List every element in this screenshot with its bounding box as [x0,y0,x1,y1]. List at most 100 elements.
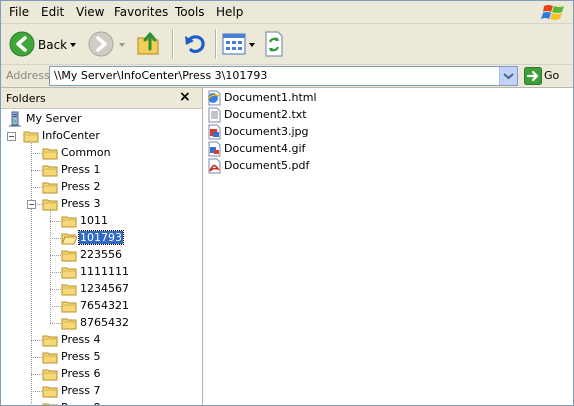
tree-item[interactable]: Press 7 [1,383,201,399]
address-value[interactable]: \\My Server\InfoCenter\Press 3\101793 [54,69,267,82]
tree-item[interactable]: 1011 [1,213,201,229]
tree-item-label[interactable]: Press 5 [60,350,101,363]
file-item[interactable]: Document3.jpg [206,124,406,140]
tree-item-label[interactable]: Press 1 [60,163,101,176]
forward-dropdown-icon [119,43,125,47]
folder-icon [42,386,58,398]
menu-view[interactable]: View [76,5,104,19]
folders-header: Folders × [1,88,202,109]
menu-file[interactable]: File [9,5,29,19]
address-label: Address [6,69,50,82]
tree-connector-line [31,153,42,154]
tree-item[interactable]: Press 4 [1,332,201,348]
file-item[interactable]: Document5.pdf [206,158,406,174]
tree-item-label[interactable]: Press 6 [60,367,101,380]
tree-connector-line [50,306,61,307]
windows-logo-icon [541,5,564,20]
tree-item[interactable]: 101793 [1,230,201,246]
tree-item-label[interactable]: Press 3 [60,197,101,210]
file-item[interactable]: Document2.txt [206,107,406,123]
tree-item[interactable]: Press 8 [1,400,201,405]
close-icon[interactable]: × [179,89,191,105]
text-file-icon [208,107,221,123]
tree-item-label[interactable]: Press 7 [60,384,101,397]
tree-connector-line [31,357,42,358]
folder-icon [42,199,58,211]
back-dropdown-icon[interactable] [70,43,76,47]
tree-connector-line [31,340,42,341]
sync-icon[interactable] [263,30,285,58]
html-file-icon [207,90,221,106]
views-dropdown-icon[interactable] [249,43,255,47]
tree-connector-line [31,374,42,375]
explorer-window: File Edit View Favorites Tools Help Back [0,0,574,406]
forward-arrow-icon[interactable] [88,31,114,57]
tree-item[interactable]: − InfoCenter [1,128,201,144]
tree-item-label[interactable]: Press 4 [60,333,101,346]
file-item[interactable]: Document1.html [206,90,406,106]
tree-item[interactable]: 8765432 [1,315,201,331]
tree-item[interactable]: − Press 3 [1,196,201,212]
back-button[interactable]: Back [5,26,83,62]
file-name[interactable]: Document2.txt [224,108,307,121]
collapse-toggle-icon[interactable]: − [27,200,36,209]
go-label: Go [544,69,560,82]
address-bar: Address \\My Server\InfoCenter\Press 3\1… [1,65,573,88]
menu-help[interactable]: Help [216,5,243,19]
tree-connector-line [50,272,61,273]
tree-item-label[interactable]: 1234567 [79,282,130,295]
toolbar: Back [1,24,573,65]
tree-connector-line [50,238,61,239]
tree-item[interactable]: Press 5 [1,349,201,365]
file-name[interactable]: Document3.jpg [224,125,309,138]
folder-open-icon [61,233,77,245]
pdf-file-icon [208,158,221,174]
file-item[interactable]: Document4.gif [206,141,406,157]
menu-edit[interactable]: Edit [41,5,64,19]
up-folder-icon[interactable] [136,29,162,57]
tree-item-label[interactable]: Press 2 [60,180,101,193]
tree-item-label[interactable]: 1011 [79,214,109,227]
folder-icon [61,250,77,262]
folder-icon [61,318,77,330]
tree-connector-line [50,255,61,256]
tree-connector-line [50,221,61,222]
tree-item[interactable]: Common [1,145,201,161]
tree-item[interactable]: Press 6 [1,366,201,382]
tree-item-label[interactable]: 8765432 [79,316,130,329]
folder-icon [42,182,58,194]
go-button[interactable]: Go [522,66,572,86]
folder-icon [42,335,58,347]
tree-item[interactable]: My Server [1,111,201,127]
tree-connector-line [31,170,42,171]
address-dropdown-button[interactable] [499,67,517,85]
tree-item[interactable]: 7654321 [1,298,201,314]
menu-tools[interactable]: Tools [175,5,205,19]
tree-item[interactable]: Press 2 [1,179,201,195]
tree-item[interactable]: 1234567 [1,281,201,297]
tree-item-label[interactable]: 101793 [78,230,124,245]
file-name[interactable]: Document5.pdf [224,159,309,172]
tree-item-label[interactable]: Press 8 [60,401,101,405]
collapse-toggle-icon[interactable]: − [7,132,16,141]
back-label: Back [38,38,68,52]
tree-item-label[interactable]: 223556 [79,248,123,261]
tree-item[interactable]: 223556 [1,247,201,263]
tree-item[interactable]: 1111111 [1,264,201,280]
tree-item-label[interactable]: Common [60,146,112,159]
tree-item-label[interactable]: My Server [25,112,83,125]
views-icon[interactable] [222,33,246,55]
file-list: Document1.html Document2.txt Document3.jpg… [204,88,573,405]
address-input[interactable]: \\My Server\InfoCenter\Press 3\101793 [49,66,518,86]
undo-icon[interactable] [182,31,208,57]
tree-connector-line [50,289,61,290]
folder-icon [42,165,58,177]
tree-connector-line [31,187,42,188]
tree-item[interactable]: Press 1 [1,162,201,178]
tree-item-label[interactable]: InfoCenter [41,129,101,142]
tree-item-label[interactable]: 1111111 [79,265,130,278]
file-name[interactable]: Document1.html [224,91,317,104]
menu-favorites[interactable]: Favorites [114,5,168,19]
tree-item-label[interactable]: 7654321 [79,299,130,312]
file-name[interactable]: Document4.gif [224,142,305,155]
